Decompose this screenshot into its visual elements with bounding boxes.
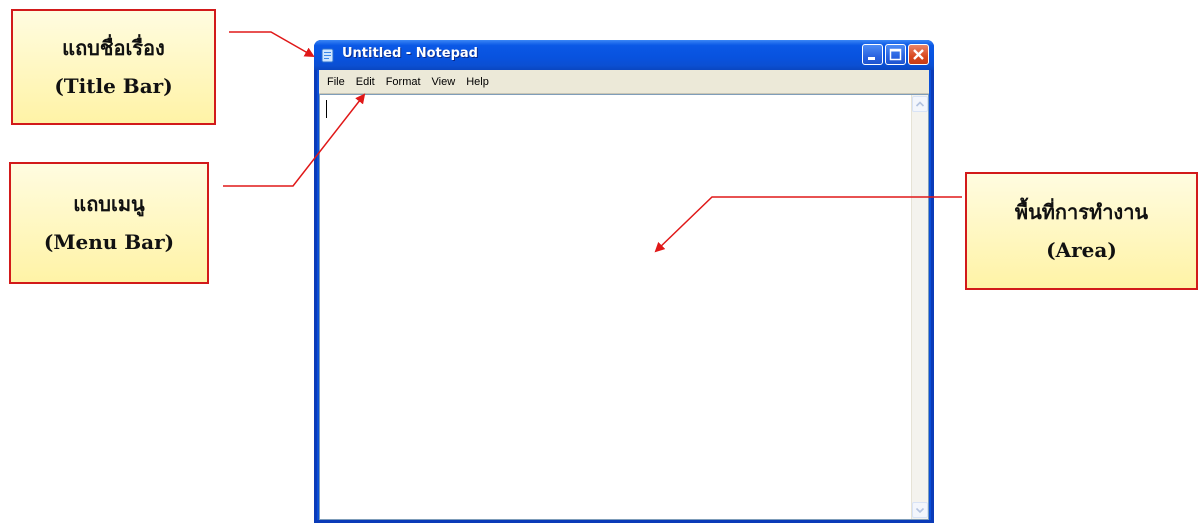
title-bar-callout: แถบชื่อเรื่อง (Title Bar): [11, 9, 216, 125]
menu-file[interactable]: File: [322, 76, 350, 88]
notepad-icon: [321, 48, 334, 63]
menu-edit[interactable]: Edit: [351, 76, 380, 88]
menu-bar-callout-english: (Menu Bar): [43, 230, 175, 254]
menu-bar: File Edit Format View Help: [319, 70, 929, 94]
scroll-up-button[interactable]: [912, 96, 928, 112]
area-callout: พื้นที่การทำงาน (Area): [965, 172, 1198, 290]
notepad-window: Untitled - Notepad File Edit Format View…: [314, 40, 934, 523]
menu-help[interactable]: Help: [461, 76, 494, 88]
maximize-button[interactable]: [885, 44, 906, 65]
title-bar[interactable]: Untitled - Notepad: [314, 40, 934, 70]
text-editing-area[interactable]: [319, 94, 929, 520]
close-icon: [913, 49, 924, 60]
title-bar-callout-english: (Title Bar): [54, 74, 173, 98]
scroll-up-icon: [915, 101, 925, 107]
area-callout-english: (Area): [1046, 238, 1117, 262]
menu-format[interactable]: Format: [381, 76, 426, 88]
title-bar-arrow: [229, 31, 315, 57]
minimize-button[interactable]: [862, 44, 883, 65]
scroll-down-icon: [915, 507, 925, 514]
maximize-icon: [889, 48, 902, 61]
menu-bar-callout-thai: แถบเมนู: [73, 192, 145, 216]
menu-bar-callout: แถบเมนู (Menu Bar): [9, 162, 209, 284]
minimize-icon: [868, 57, 875, 60]
area-callout-thai: พื้นที่การทำงาน: [1014, 200, 1149, 224]
title-bar-callout-thai: แถบชื่อเรื่อง: [62, 36, 165, 60]
vertical-scrollbar[interactable]: [911, 95, 928, 519]
window-title: Untitled - Notepad: [342, 46, 478, 61]
close-button[interactable]: [908, 44, 929, 65]
text-caret: [326, 100, 327, 118]
scroll-down-button[interactable]: [912, 502, 928, 518]
menu-view[interactable]: View: [427, 76, 461, 88]
